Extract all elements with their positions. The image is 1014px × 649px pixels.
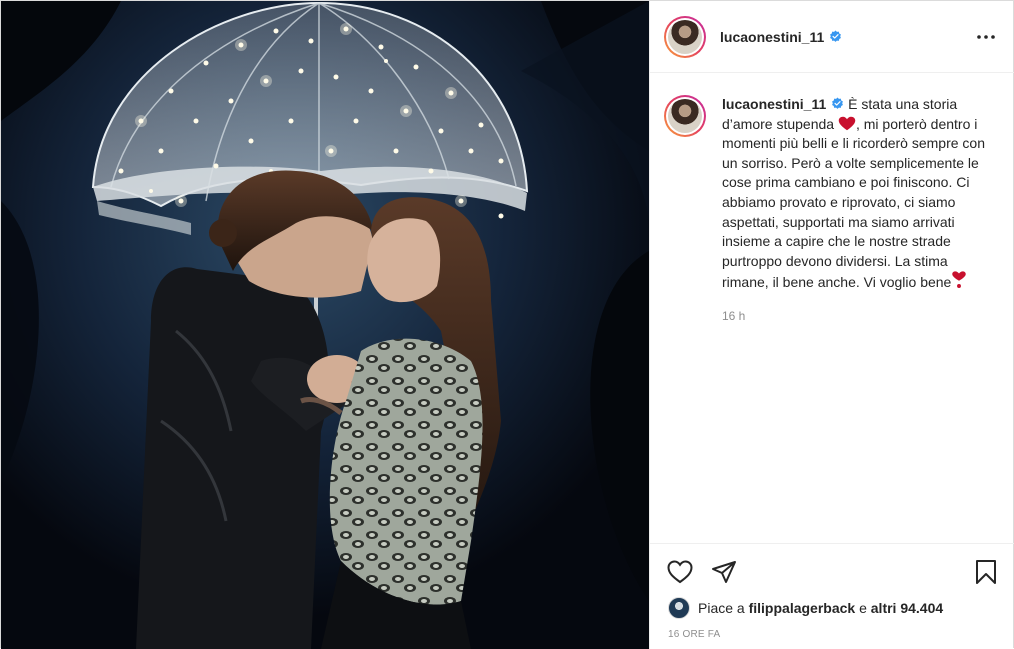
verified-badge-icon bbox=[830, 30, 842, 42]
liker-avatar[interactable] bbox=[668, 597, 690, 619]
post-photo[interactable] bbox=[1, 1, 649, 649]
author-avatar-ring[interactable] bbox=[664, 15, 706, 58]
post-timestamp[interactable]: 16 ORE FA bbox=[668, 629, 720, 640]
post-header: lucaonestini_11 bbox=[650, 1, 1014, 73]
likes-prefix: Piace a bbox=[698, 600, 745, 616]
author-avatar bbox=[668, 19, 702, 54]
caption-text: lucaonestini_11 È stata una storia d’amo… bbox=[722, 95, 992, 327]
likes-count[interactable]: altri 94.404 bbox=[871, 600, 943, 616]
liker-username[interactable]: filippalagerback bbox=[749, 600, 856, 616]
caption-username[interactable]: lucaonestini_11 bbox=[722, 96, 826, 112]
caption-author-avatar-ring[interactable] bbox=[664, 95, 706, 137]
caption-timestamp: 16 h bbox=[722, 308, 746, 323]
couple-under-umbrella-image bbox=[1, 1, 649, 649]
bookmark-icon[interactable] bbox=[972, 558, 1000, 586]
more-options-icon[interactable] bbox=[974, 25, 998, 49]
paper-plane-icon[interactable] bbox=[710, 558, 738, 586]
likes-summary: Piace a filippalagerback e altri 94.404 bbox=[668, 597, 943, 619]
heart-exclamation-emoji-icon bbox=[952, 271, 967, 289]
action-bar bbox=[650, 543, 1014, 599]
red-heart-emoji-icon bbox=[838, 116, 856, 130]
caption-body-part-2: , mi porterò dentro i momenti più belli … bbox=[722, 115, 985, 291]
post-caption: lucaonestini_11 È stata una storia d’amo… bbox=[664, 95, 1004, 327]
verified-badge-icon bbox=[832, 97, 844, 109]
author-username[interactable]: lucaonestini_11 bbox=[720, 29, 824, 45]
likes-conjunction: e bbox=[859, 600, 867, 616]
instagram-post: lucaonestini_11 lucaonestini_11 È stata … bbox=[0, 0, 1014, 649]
heart-outline-icon[interactable] bbox=[666, 558, 694, 586]
caption-author-avatar bbox=[668, 99, 702, 133]
post-details-panel: lucaonestini_11 lucaonestini_11 È stata … bbox=[649, 1, 1014, 649]
